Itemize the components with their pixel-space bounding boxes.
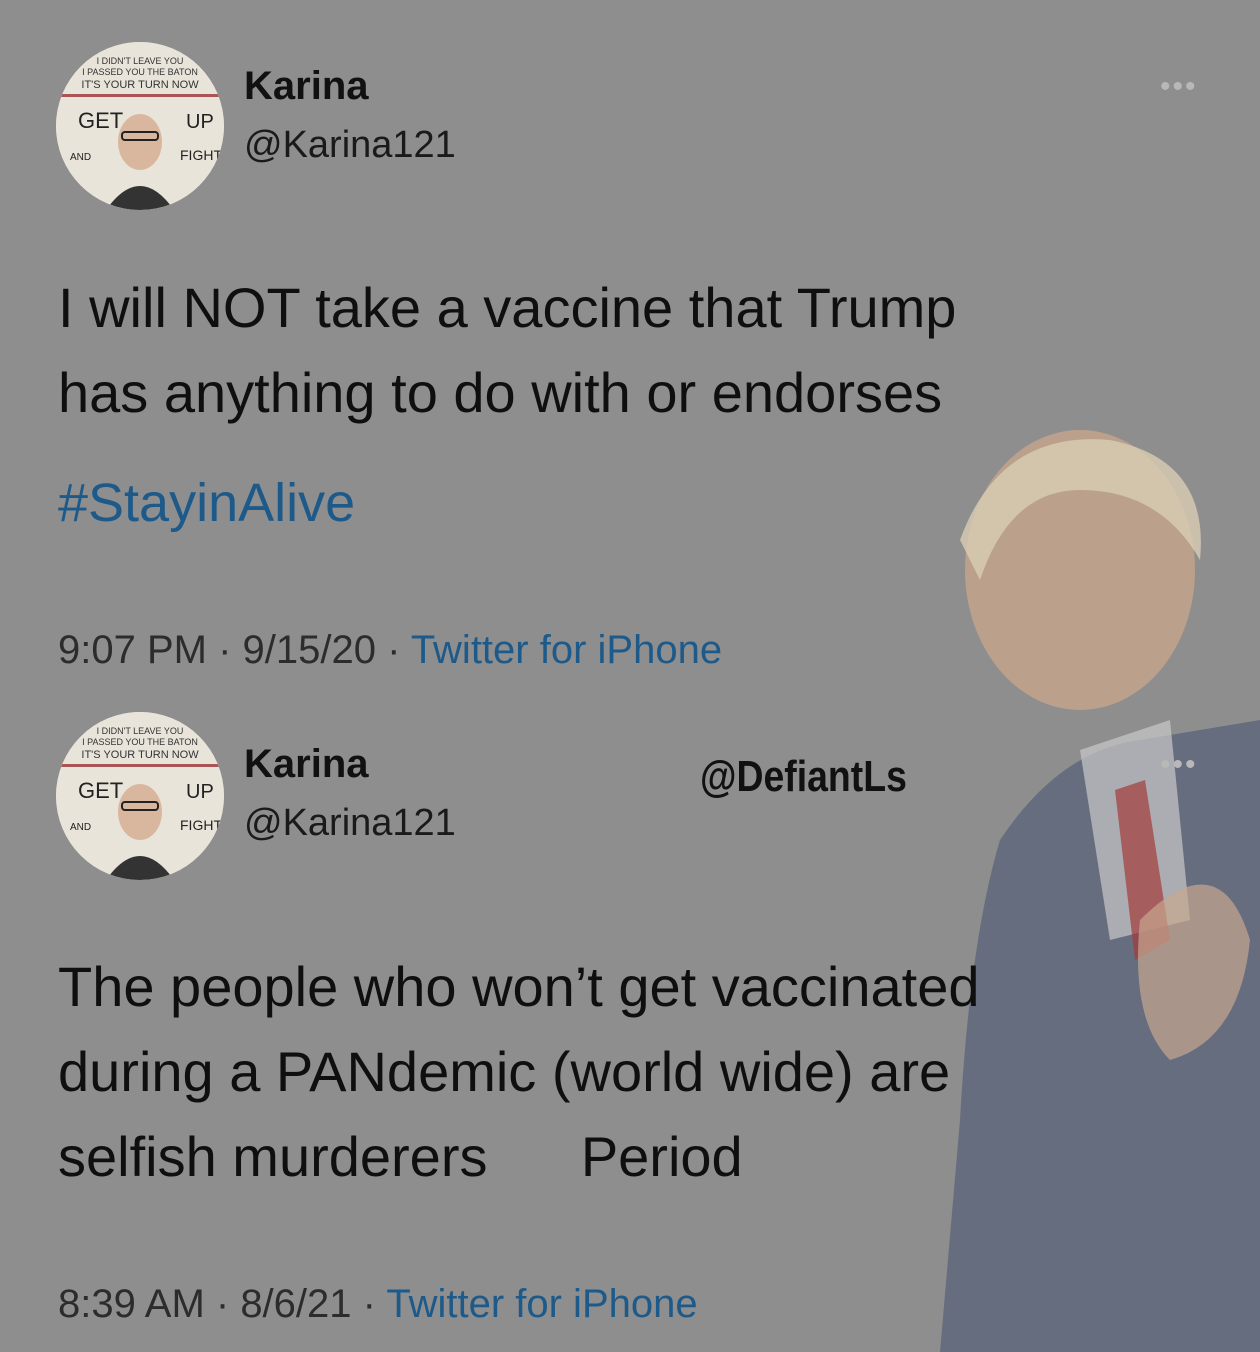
hashtag-link[interactable]: #StayinAlive [58, 472, 355, 534]
avatar-line-3: IT'S YOUR TURN NOW [81, 749, 199, 761]
avatar[interactable]: I DIDN'T LEAVE YOU I PASSED YOU THE BATO… [56, 42, 224, 210]
more-options-icon[interactable]: ••• [1160, 70, 1198, 104]
avatar[interactable]: I DIDN'T LEAVE YOU I PASSED YOU THE BATO… [56, 712, 224, 880]
tweet-date[interactable]: 9/15/20 [243, 628, 376, 672]
display-name[interactable]: Karina [244, 64, 369, 109]
avatar-line-1: I DIDN'T LEAVE YOU [97, 56, 184, 66]
tweet-source-link[interactable]: Twitter for iPhone [411, 628, 722, 672]
avatar-up: UP [186, 781, 214, 803]
tweet-meta: 8:39 AM · 8/6/21 · Twitter for iPhone [58, 1282, 698, 1327]
avatar-line-1: I DIDN'T LEAVE YOU [97, 726, 184, 736]
avatar-get: GET [78, 108, 123, 133]
tweet-text: I will NOT take a vaccine that Trump has… [58, 276, 957, 424]
tweet-time[interactable]: 8:39 AM [58, 1282, 205, 1326]
meta-separator: · [206, 628, 243, 672]
avatar-up: UP [186, 111, 214, 133]
more-options-icon[interactable]: ••• [1160, 748, 1198, 782]
meta-separator: · [375, 628, 411, 672]
tweet-text: The people who won’t get vaccinated duri… [58, 955, 980, 1188]
tweet-date[interactable]: 8/6/21 [240, 1282, 351, 1326]
username[interactable]: @Karina121 [244, 802, 456, 845]
avatar-fight: FIGHT [180, 147, 222, 163]
background-photo [940, 420, 1260, 1352]
avatar-and: AND [70, 822, 91, 833]
avatar-line-2: I PASSED YOU THE BATON [82, 67, 198, 77]
meta-separator: · [351, 1282, 387, 1326]
avatar-line-3: IT'S YOUR TURN NOW [81, 79, 199, 91]
avatar-line-2: I PASSED YOU THE BATON [82, 737, 198, 747]
tweet-meta: 9:07 PM · 9/15/20 · Twitter for iPhone [58, 628, 722, 673]
tweet-time[interactable]: 9:07 PM [58, 628, 207, 672]
avatar-get: GET [78, 778, 123, 803]
display-name[interactable]: Karina [244, 742, 369, 787]
username[interactable]: @Karina121 [244, 124, 456, 167]
tweet-source-link[interactable]: Twitter for iPhone [386, 1282, 697, 1326]
avatar-fight: FIGHT [180, 817, 222, 833]
watermark-text: @DefiantLs [700, 752, 907, 801]
meta-separator: · [204, 1282, 241, 1326]
avatar-and: AND [70, 152, 91, 163]
